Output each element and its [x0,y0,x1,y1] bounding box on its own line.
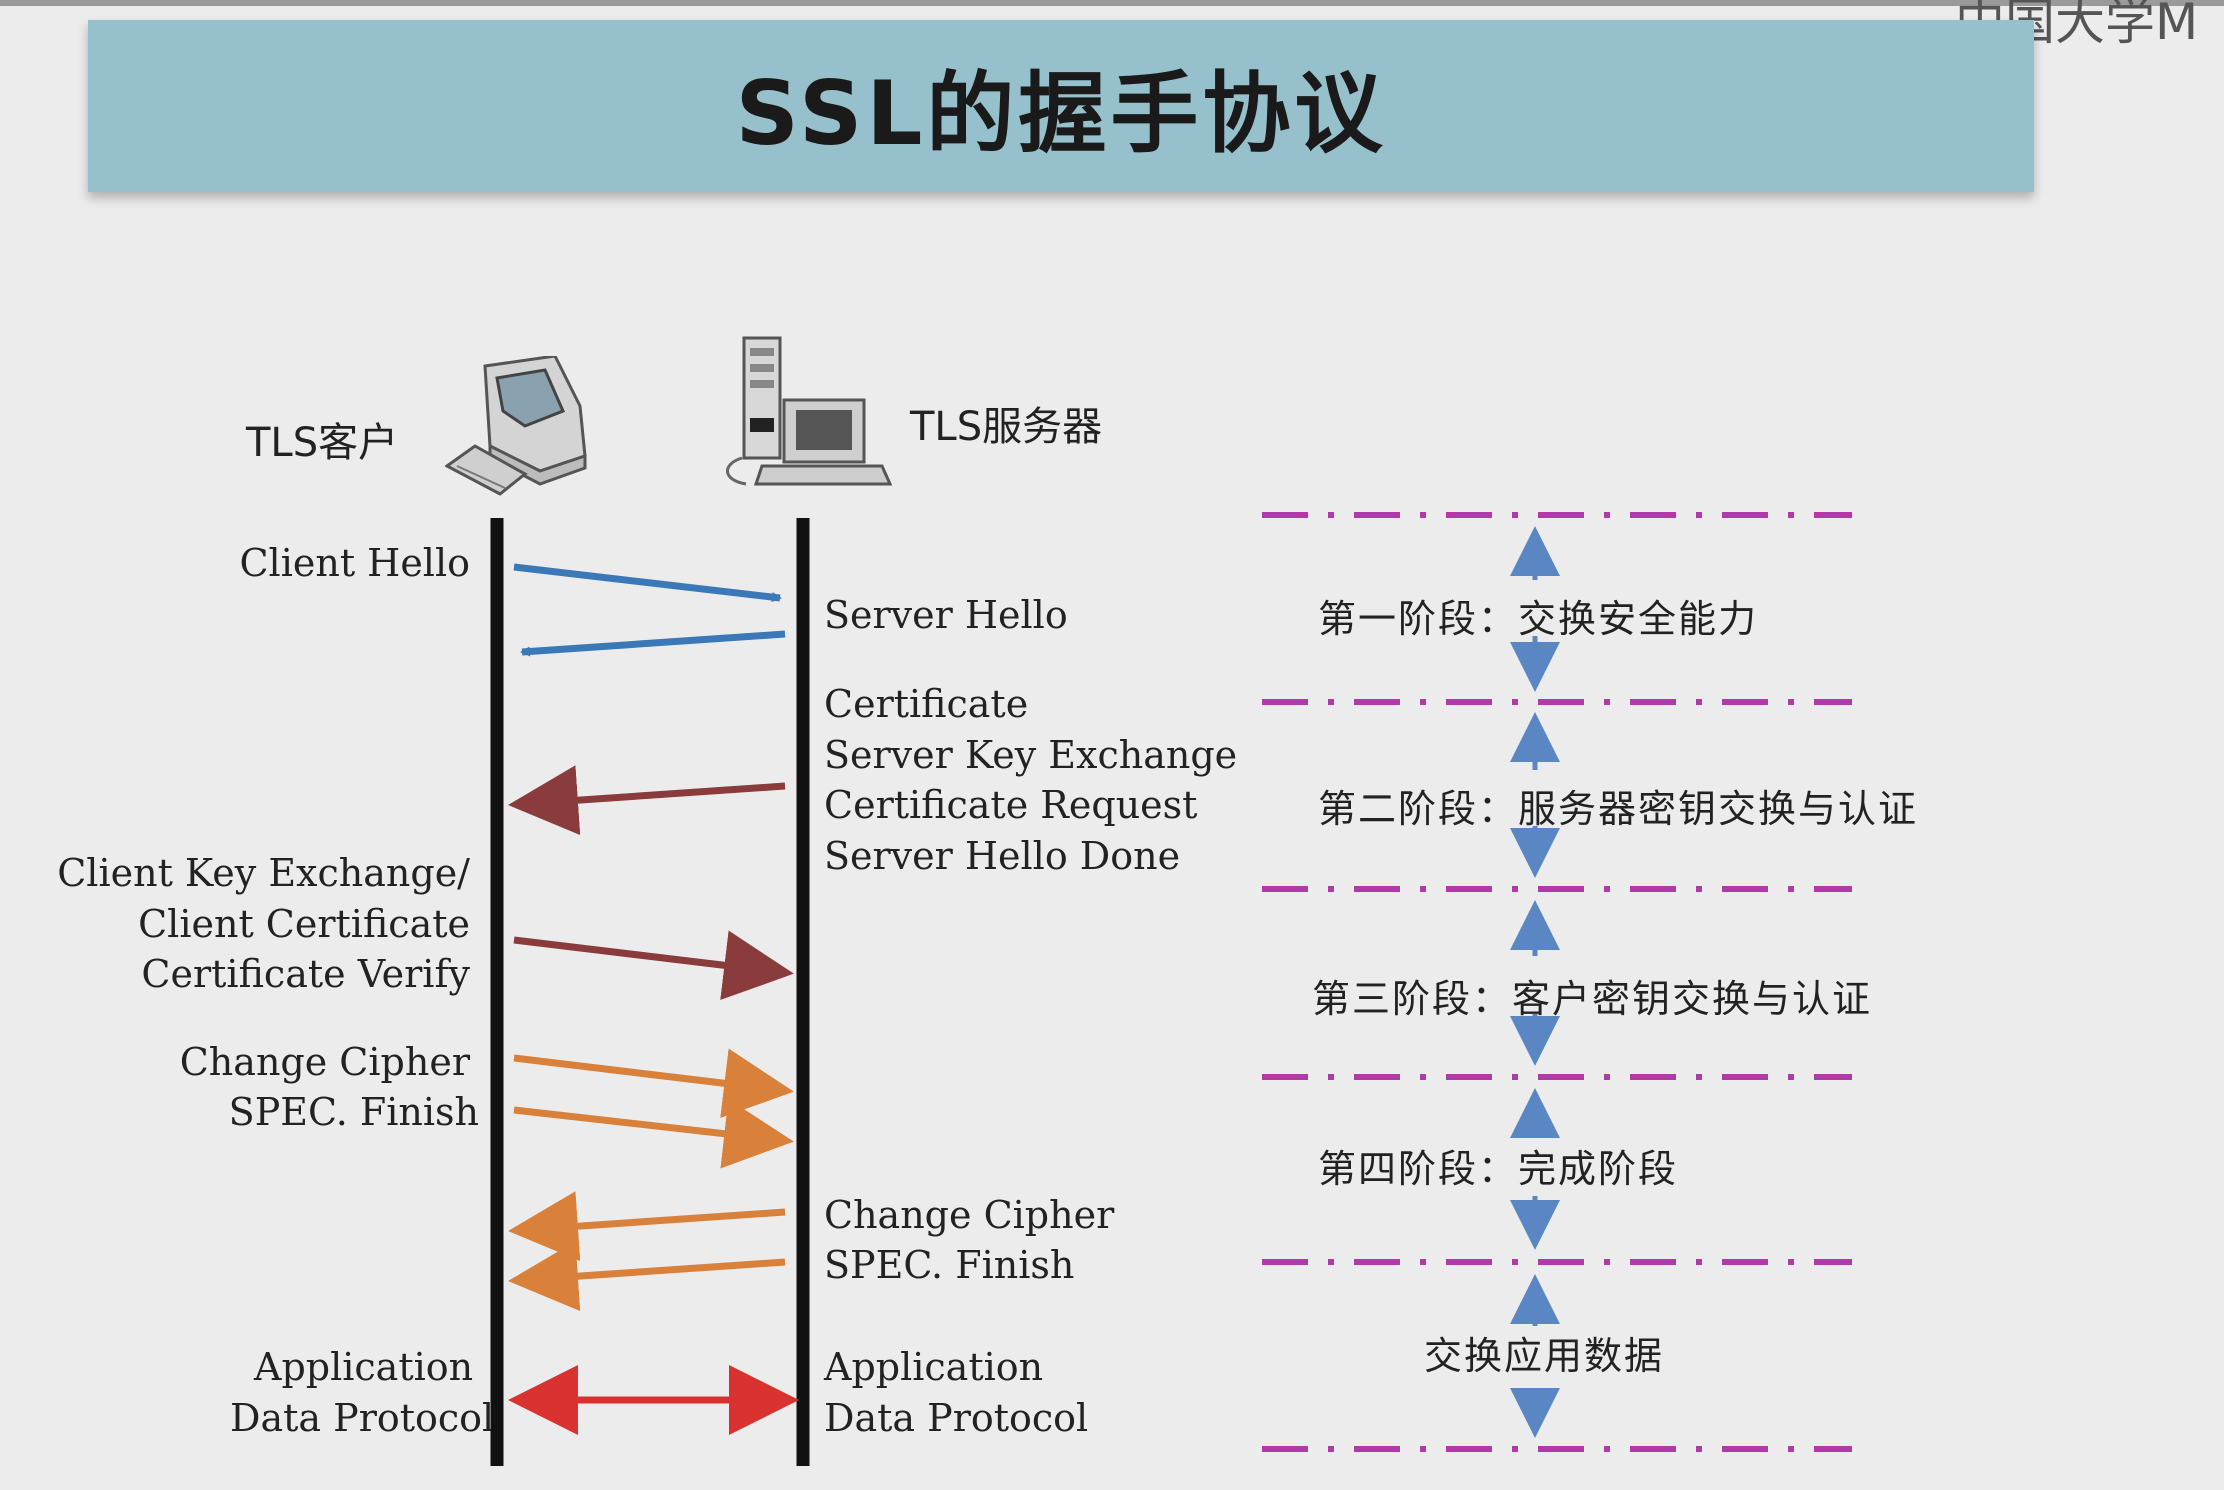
arrow-client-finish [513,1098,794,1169]
arrow-client-key-exchange [513,930,794,1001]
slide: 中国大学M SSL的握手协议 TLS客户 TLS服务器 Client Hello… [0,0,2224,1490]
arrow-server-finish [508,1241,786,1312]
arrow-server-change-cipher [508,1191,786,1262]
arrow-server-certificates [508,765,786,836]
arrow-client-hello [513,563,782,603]
arrow-server-hello [520,630,786,657]
handshake-diagram [490,512,1852,1466]
arrow-client-change-cipher [513,1048,794,1119]
